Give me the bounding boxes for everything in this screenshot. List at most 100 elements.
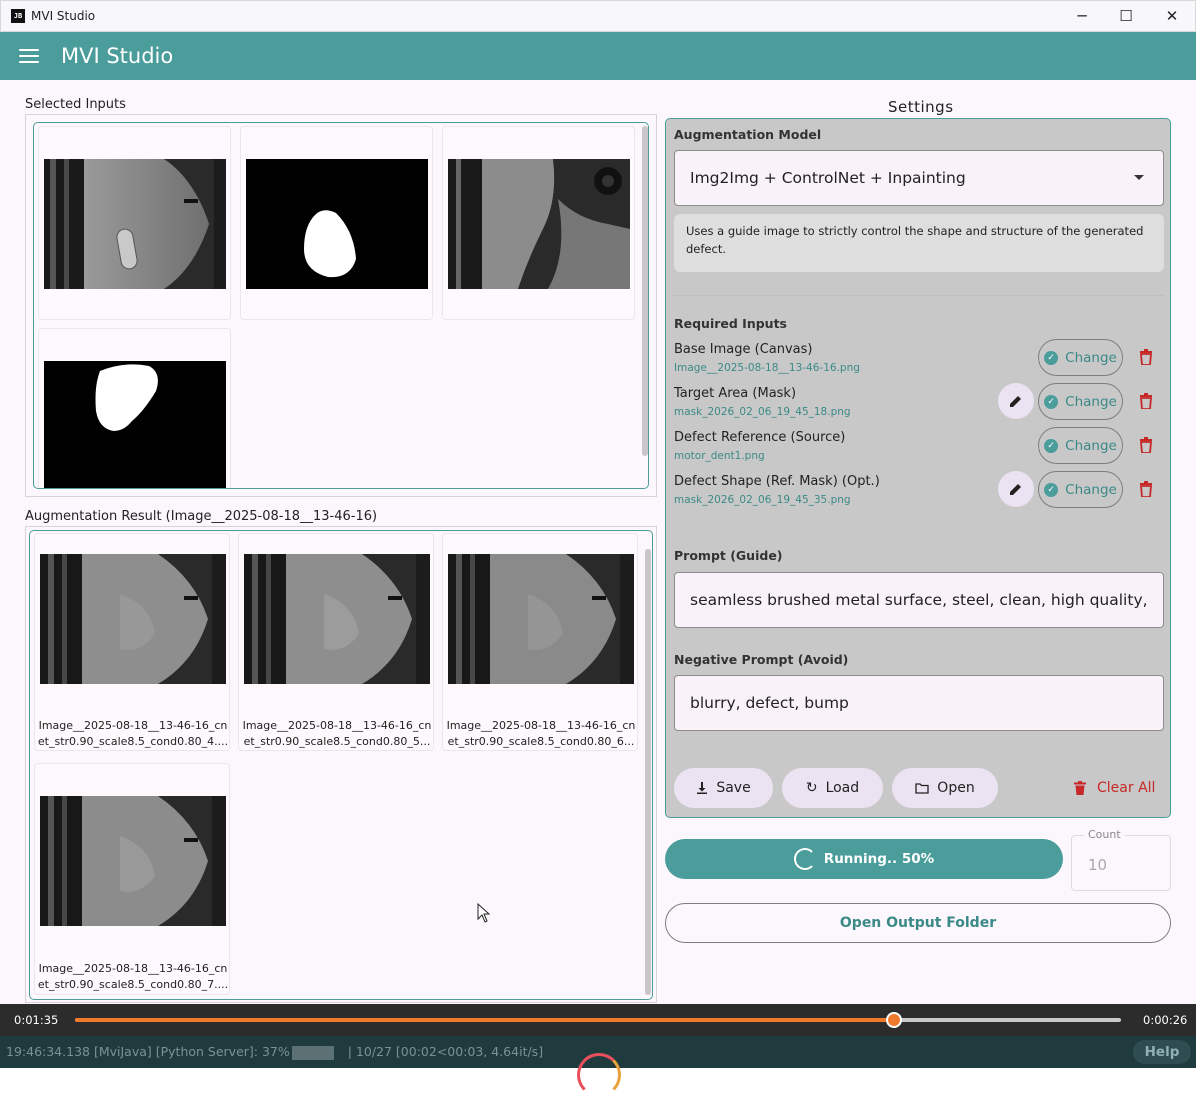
augmentation-model-label: Augmentation Model <box>674 127 822 142</box>
selected-inputs-label: Selected Inputs <box>25 97 126 112</box>
media-progress-handle[interactable] <box>886 1012 903 1028</box>
input-name: Defect Shape (Ref. Mask) (Opt.) <box>674 474 880 489</box>
inputs-scrollbar[interactable] <box>642 126 648 456</box>
elapsed-time: 0:01:35 <box>14 1013 59 1027</box>
divider <box>674 295 1164 296</box>
download-icon <box>697 782 708 794</box>
result-caption-line1: Image__2025-08-18__13-46-16_cn <box>446 719 636 732</box>
media-progress-fill <box>75 1018 895 1022</box>
status-bar: 19:46:34.138 [MviJava] [Python Server]: … <box>0 1036 1196 1097</box>
result-card[interactable]: Image__2025-08-18__13-46-16_cn et_str0.9… <box>442 533 638 751</box>
window-title: MVI Studio <box>31 9 96 23</box>
check-circle-icon: ✓ <box>1044 438 1059 453</box>
defect-reference-thumbnail <box>448 159 630 289</box>
change-base-image-button[interactable]: ✓ Change <box>1038 339 1123 376</box>
result-caption-line1: Image__2025-08-18__13-46-16_cn <box>38 962 228 975</box>
window-titlebar: JB MVI Studio <box>0 0 1196 32</box>
input-filename: mask_2026_02_06_19_45_35.png <box>674 494 851 506</box>
check-circle-icon: ✓ <box>1044 482 1059 497</box>
input-name: Base Image (Canvas) <box>674 342 813 357</box>
augmentation-model-select[interactable]: Img2Img + ControlNet + Inpainting <box>674 150 1164 206</box>
input-card-defect-shape-mask[interactable] <box>38 328 231 488</box>
app-logo-icon: JB <box>11 9 25 23</box>
input-card-target-mask[interactable] <box>240 126 433 320</box>
augmentation-model-value: Img2Img + ControlNet + Inpainting <box>690 169 966 187</box>
input-name: Defect Reference (Source) <box>674 430 846 445</box>
app-title: MVI Studio <box>61 44 174 68</box>
result-card[interactable]: Image__2025-08-18__13-46-16_cn et_str0.9… <box>34 763 230 995</box>
base-image-thumbnail <box>44 159 226 289</box>
required-inputs-label: Required Inputs <box>674 316 787 331</box>
result-card[interactable]: Image__2025-08-18__13-46-16_cn et_str0.9… <box>238 533 434 751</box>
maximize-button[interactable]: ☐ <box>1103 0 1149 32</box>
close-button[interactable]: ✕ <box>1149 0 1195 32</box>
loading-swirl-icon <box>577 1053 621 1097</box>
check-circle-icon: ✓ <box>1044 350 1059 365</box>
target-mask-thumbnail <box>246 159 428 289</box>
input-card-defect-reference[interactable] <box>442 126 635 320</box>
result-card[interactable]: Image__2025-08-18__13-46-16_cn et_str0.9… <box>34 533 230 751</box>
help-button[interactable]: Help <box>1133 1040 1191 1064</box>
model-description: Uses a guide image to strictly control t… <box>674 214 1164 272</box>
result-caption-line2: et_str0.90_scale8.5_cond0.80_7.... <box>37 978 229 991</box>
status-progress-text: | 10/27 [00:02<00:03, 4.64it/s] <box>347 1044 544 1059</box>
result-caption-line2: et_str0.90_scale8.5_cond0.80_6... <box>447 735 635 748</box>
result-caption-line1: Image__2025-08-18__13-46-16_cn <box>242 719 432 732</box>
result-caption-line1: Image__2025-08-18__13-46-16_cn <box>38 719 228 732</box>
result-caption-line2: et_str0.90_scale8.5_cond0.80_5... <box>243 735 431 748</box>
input-filename: motor_dent1.png <box>674 450 765 462</box>
count-field[interactable]: Count 10 <box>1071 828 1171 891</box>
mouse-cursor-icon <box>477 903 491 923</box>
change-defect-shape-button[interactable]: ✓ Change <box>1038 471 1123 508</box>
remaining-time: 0:00:26 <box>1143 1013 1188 1027</box>
delete-trash-icon[interactable] <box>1139 393 1153 409</box>
count-label: Count <box>1084 828 1125 841</box>
settings-panel: Augmentation Model Img2Img + ControlNet … <box>665 118 1171 818</box>
media-player-bar: 0:01:35 0:00:26 <box>0 1004 1196 1036</box>
spinner-icon <box>793 848 816 870</box>
save-button[interactable]: Save <box>674 768 773 808</box>
prompt-label: Prompt (Guide) <box>674 548 783 563</box>
minimize-button[interactable]: ─ <box>1059 0 1105 32</box>
check-circle-icon: ✓ <box>1044 394 1059 409</box>
load-button[interactable]: ↻ Load <box>782 768 883 808</box>
defect-shape-mask-thumbnail <box>44 361 226 488</box>
result-thumbnail <box>40 554 226 684</box>
status-log-text: 19:46:34.138 [MviJava] [Python Server]: … <box>6 1044 290 1059</box>
prompt-input[interactable]: seamless brushed metal surface, steel, c… <box>674 572 1164 628</box>
delete-trash-icon[interactable] <box>1139 437 1153 453</box>
input-filename: Image__2025-08-18__13-46-16.png <box>674 362 860 374</box>
trash-icon <box>1074 781 1086 795</box>
open-button[interactable]: Open <box>892 768 998 808</box>
delete-trash-icon[interactable] <box>1139 349 1153 365</box>
negative-prompt-input[interactable]: blurry, defect, bump <box>674 675 1164 731</box>
change-target-mask-button[interactable]: ✓ Change <box>1038 383 1123 420</box>
result-thumbnail <box>448 554 634 684</box>
refresh-icon: ↻ <box>805 780 818 796</box>
app-bar: MVI Studio <box>0 32 1196 80</box>
input-name: Target Area (Mask) <box>674 386 797 401</box>
open-output-folder-button[interactable]: Open Output Folder <box>665 903 1171 943</box>
media-progress-track[interactable] <box>75 1012 1121 1028</box>
results-scrollbar[interactable] <box>645 549 651 995</box>
edit-mask-pencil-icon[interactable] <box>998 383 1034 419</box>
clear-all-button[interactable]: Clear All <box>1074 780 1155 796</box>
edit-ref-mask-pencil-icon[interactable] <box>998 471 1034 507</box>
result-caption-line2: et_str0.90_scale8.5_cond0.80_4.... <box>37 735 229 748</box>
redacted-block <box>291 1045 334 1060</box>
negative-prompt-label: Negative Prompt (Avoid) <box>674 652 849 667</box>
selected-inputs-grid <box>33 122 649 489</box>
settings-title: Settings <box>888 98 954 116</box>
augmentation-result-label: Augmentation Result (Image__2025-08-18__… <box>25 509 378 524</box>
input-filename: mask_2026_02_06_19_45_18.png <box>674 406 851 418</box>
hamburger-menu-icon[interactable] <box>19 49 39 63</box>
augmentation-result-grid: Image__2025-08-18__13-46-16_cn et_str0.9… <box>29 530 653 1000</box>
delete-trash-icon[interactable] <box>1139 481 1153 497</box>
input-card-base-image[interactable] <box>38 126 231 320</box>
dropdown-caret-icon <box>1134 175 1144 180</box>
result-thumbnail <box>244 554 430 684</box>
change-defect-reference-button[interactable]: ✓ Change <box>1038 427 1123 464</box>
folder-icon <box>915 782 929 794</box>
count-value: 10 <box>1088 856 1108 874</box>
run-button[interactable]: Running.. 50% <box>665 839 1063 879</box>
